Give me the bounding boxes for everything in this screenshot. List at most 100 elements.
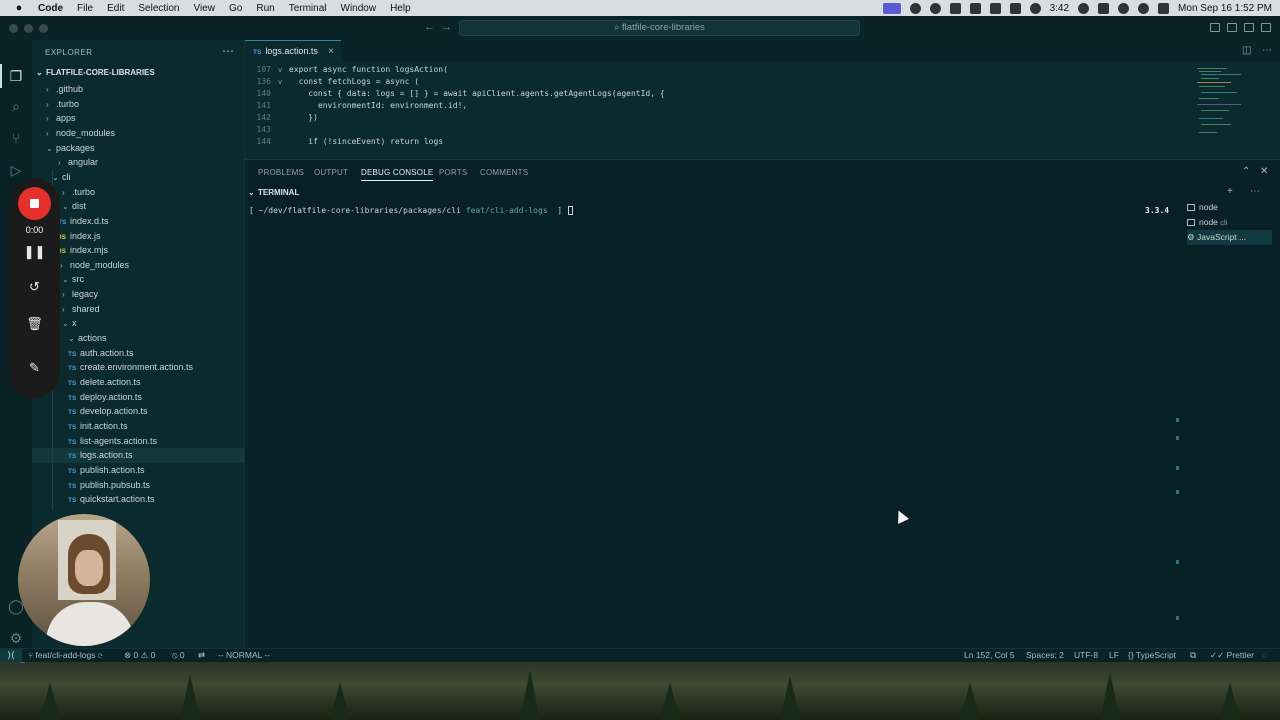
menu-window[interactable]: Window (341, 3, 377, 14)
status-branch[interactable]: ⑂ feat/cli-add-logs ⟳ (28, 649, 103, 662)
terminal-section-header[interactable]: ⌄ TERMINAL (245, 186, 1280, 200)
delete-recording-button[interactable]: 🗑 (9, 316, 60, 332)
tree-folder[interactable]: › .turbo (32, 97, 245, 112)
menubar-clock[interactable]: Mon Sep 16 1:52 PM (1178, 3, 1272, 14)
menu-app-name[interactable]: Code (38, 3, 63, 14)
control-center-icon[interactable] (1158, 2, 1170, 14)
menu-run[interactable]: Run (256, 3, 274, 14)
grammarly-icon[interactable] (949, 2, 961, 14)
tree-folder[interactable]: › legacy (32, 287, 245, 302)
command-center-search[interactable]: ⌕ flatfile-core-libraries (459, 20, 860, 36)
stop-recording-button[interactable] (18, 187, 51, 220)
menu-view[interactable]: View (194, 3, 216, 14)
prettier-status[interactable]: ✓✓ Prettier (1210, 649, 1254, 662)
tree-folder[interactable]: › shared (32, 302, 245, 317)
menu-file[interactable]: File (77, 3, 93, 14)
tree-folder[interactable]: › .github (32, 82, 245, 97)
tree-file[interactable]: TS develop.action.ts (32, 404, 245, 419)
tree-file[interactable]: TS delete.action.ts (32, 375, 245, 390)
search-view-icon[interactable]: ⌕ (8, 98, 24, 114)
notifications-bell-icon[interactable]: ◌ (1262, 649, 1267, 662)
timer-icon[interactable] (1029, 2, 1041, 14)
tree-folder[interactable]: ⌄ x (32, 316, 245, 331)
onepassword-icon[interactable] (1078, 2, 1090, 14)
menu-go[interactable]: Go (229, 3, 242, 14)
tree-folder[interactable]: ⌄ src (32, 272, 245, 287)
toggle-sidebar-icon[interactable] (1210, 23, 1220, 32)
tree-file[interactable]: TS init.action.ts (32, 419, 245, 434)
code-editor[interactable]: 107 v export async function logsAction(136… (245, 62, 1190, 159)
status-problems[interactable]: ⊗ 0 ⚠ 0 (124, 649, 155, 662)
terminal-item-node-cli[interactable]: node cli (1187, 215, 1272, 230)
encoding[interactable]: UTF-8 (1074, 649, 1098, 662)
screen-share-icon[interactable] (882, 2, 901, 14)
dropbox-icon[interactable] (1009, 2, 1021, 14)
indentation[interactable]: Spaces: 2 (1026, 649, 1064, 662)
tab-comments[interactable]: COMMENTS (480, 168, 528, 177)
tab-debug-console[interactable]: DEBUG CONSOLE (361, 168, 434, 181)
status-sync-icon[interactable]: ⇄ (198, 649, 205, 662)
tree-folder[interactable]: ⌄ cli (32, 170, 245, 185)
new-terminal-icon[interactable]: + (1227, 186, 1233, 197)
tab-ports[interactable]: PORTS (439, 168, 467, 177)
display-icon[interactable] (969, 2, 981, 14)
terminal-item-javascript[interactable]: ⚙ JavaScript ... (1187, 230, 1272, 245)
pause-recording-button[interactable]: ❚❚ (9, 244, 60, 260)
explorer-icon[interactable]: ❐ (8, 68, 24, 84)
tree-file[interactable]: TS deploy.action.ts (32, 390, 245, 405)
copilot-icon[interactable]: ⧉ (1190, 649, 1196, 662)
fold-chevron-icon[interactable]: v (278, 64, 282, 76)
run-debug-icon[interactable]: ▷ (8, 162, 24, 178)
tree-folder[interactable]: ⌄ actions (32, 331, 245, 346)
menu-edit[interactable]: Edit (107, 3, 124, 14)
wifi-icon[interactable] (1118, 2, 1130, 14)
menu-terminal[interactable]: Terminal (289, 3, 327, 14)
status-ports[interactable]: ⦸ 0 (172, 649, 185, 662)
menu-help[interactable]: Help (390, 3, 411, 14)
terminal-prompt[interactable]: [ ~/dev/flatfile-core-libraries/packages… (249, 206, 574, 215)
apple-icon[interactable]: ● (12, 2, 26, 14)
toggle-panel-icon[interactable] (1227, 23, 1237, 32)
minimize-window-button[interactable] (24, 24, 33, 33)
menu-selection[interactable]: Selection (138, 3, 179, 14)
tree-folder[interactable]: ⌄ packages (32, 141, 245, 156)
source-control-icon[interactable]: ⑂ (8, 130, 24, 146)
toggle-secondary-sidebar-icon[interactable] (1244, 23, 1254, 32)
close-window-button[interactable] (9, 24, 18, 33)
line-ending[interactable]: LF (1109, 649, 1119, 662)
workspace-root[interactable]: ⌄ FLATFILE-CORE-LIBRARIES (32, 66, 245, 80)
tree-file[interactable]: JS index.mjs (32, 243, 245, 258)
minimap[interactable] (1193, 62, 1273, 159)
tree-file[interactable]: TS publish.pubsub.ts (32, 478, 245, 493)
cursor-position[interactable]: Ln 152, Col 5 (964, 649, 1015, 662)
tree-file[interactable]: TS auth.action.ts (32, 346, 245, 361)
editor-more-icon[interactable]: ⋯ (1262, 45, 1272, 56)
draw-pencil-button[interactable]: ✎ (9, 360, 60, 376)
maximize-panel-icon[interactable]: ⌃ (1242, 166, 1250, 177)
tree-folder[interactable]: › .turbo (32, 185, 245, 200)
brightness-icon[interactable] (909, 2, 921, 14)
restart-recording-button[interactable]: ↺ (9, 279, 60, 295)
zoom-icon[interactable] (929, 2, 941, 14)
split-editor-icon[interactable]: ◫ (1242, 45, 1251, 56)
tab-output[interactable]: OUTPUT (314, 168, 348, 177)
tree-folder[interactable]: › node_modules (32, 258, 245, 273)
remote-indicator-icon[interactable]: ⟩⟨ (0, 649, 22, 662)
tree-file[interactable]: TS publish.action.ts (32, 463, 245, 478)
close-panel-icon[interactable]: ✕ (1260, 166, 1268, 177)
tab-problems[interactable]: PROBLEMS (258, 168, 304, 177)
language-mode[interactable]: {} TypeScript (1128, 649, 1176, 662)
battery-icon[interactable] (1098, 2, 1110, 14)
more-actions-icon[interactable]: ⋯ (222, 44, 234, 58)
settings-gear-icon[interactable]: ⚙ (8, 630, 24, 646)
tree-file[interactable]: TS index.d.ts (32, 214, 245, 229)
fold-chevron-icon[interactable]: v (278, 76, 282, 88)
tree-file[interactable]: TS quickstart.action.ts (32, 492, 245, 507)
tree-file[interactable]: TS logs.action.ts (32, 448, 245, 463)
terminal-more-icon[interactable]: ⋯ (1250, 186, 1260, 197)
bird-icon[interactable] (989, 2, 1001, 14)
close-tab-icon[interactable]: × (328, 41, 334, 62)
tree-folder[interactable]: › apps (32, 111, 245, 126)
tree-folder[interactable]: ⌄ dist (32, 199, 245, 214)
tree-file[interactable]: JS index.js (32, 229, 245, 244)
